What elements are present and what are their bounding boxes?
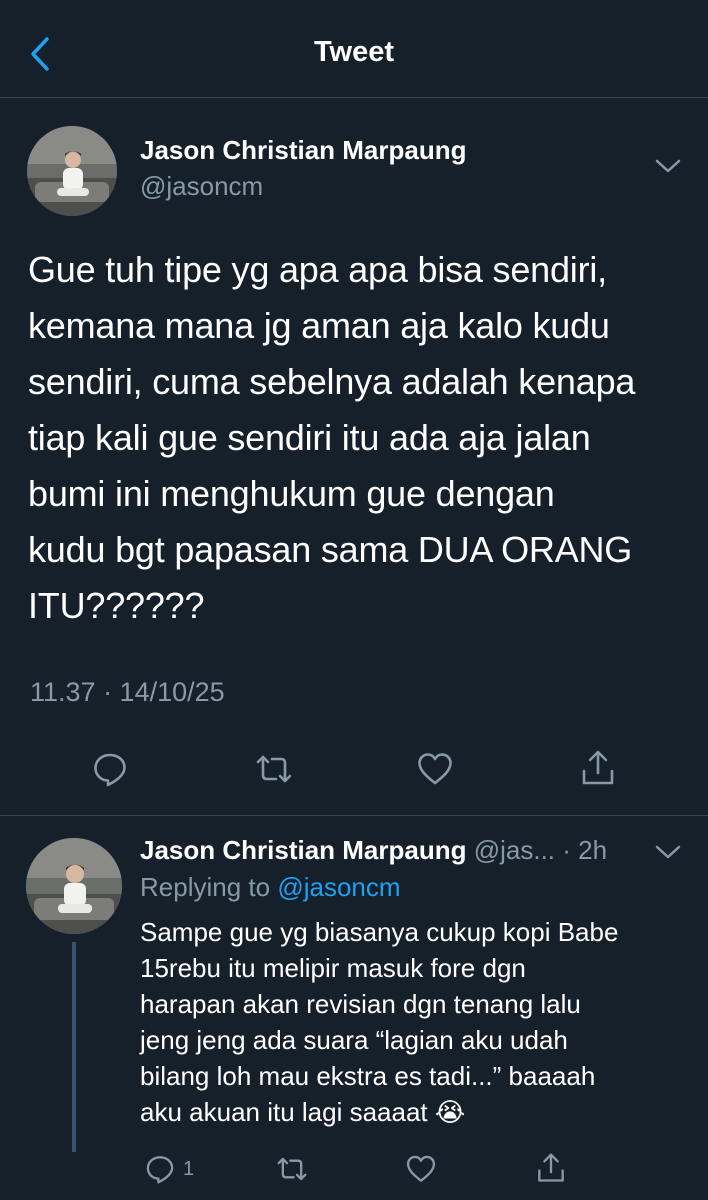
reply-share-button[interactable] [536,1152,566,1184]
reply-author-handle[interactable]: @jas... [474,835,555,865]
share-icon [538,1153,564,1182]
thread-line [72,942,76,1152]
reply-more-options-button[interactable] [654,842,682,862]
retweet-icon [277,1157,307,1181]
reply-author-name[interactable]: Jason Christian Marpaung [140,835,467,865]
reply-retweet-button[interactable] [275,1154,309,1184]
reply-icon [94,753,126,787]
replying-to-mention[interactable]: @jasoncm [277,872,400,902]
share-icon [582,750,614,785]
replying-to: Replying to @jasoncm [140,872,401,903]
tweet-actions [0,745,708,795]
reply-text: Sampe gue yg biasanya cukup kopi Babe 15… [140,917,619,1127]
tweet-text: Gue tuh tipe yg apa apa bisa sendiri, ke… [28,249,636,626]
reply-header: Jason Christian Marpaung @jas... · 2h [140,835,700,866]
page-title: Tweet [313,36,395,68]
heart-icon [418,753,452,785]
author-handle[interactable]: @jasoncm [140,171,263,202]
retweet-icon [256,755,292,783]
tweet-timestamp: 11.37 · 14/10/25 [30,677,225,707]
replying-to-label: Replying to [140,872,271,902]
chevron-down-icon [655,845,681,859]
chevron-down-icon [655,159,681,173]
retweet-button[interactable] [254,751,294,787]
reply-icon [146,1156,174,1184]
like-button[interactable] [416,751,454,787]
author-name[interactable]: Jason Christian Marpaung [140,135,467,166]
reply-count: 1 [183,1157,195,1180]
more-options-button[interactable] [654,156,682,176]
reply-like-button[interactable] [405,1154,437,1184]
reply-time: · 2h [562,835,608,865]
heart-icon [406,1155,436,1182]
divider [0,815,708,816]
reply-avatar[interactable] [26,838,122,934]
top-nav-bar: Tweet [0,0,708,98]
avatar[interactable] [27,126,117,216]
reply-actions: 1 [0,1150,708,1190]
reply-button[interactable] [92,751,128,787]
share-button[interactable] [580,749,616,787]
reply-reply-button[interactable]: 1 [145,1154,194,1184]
